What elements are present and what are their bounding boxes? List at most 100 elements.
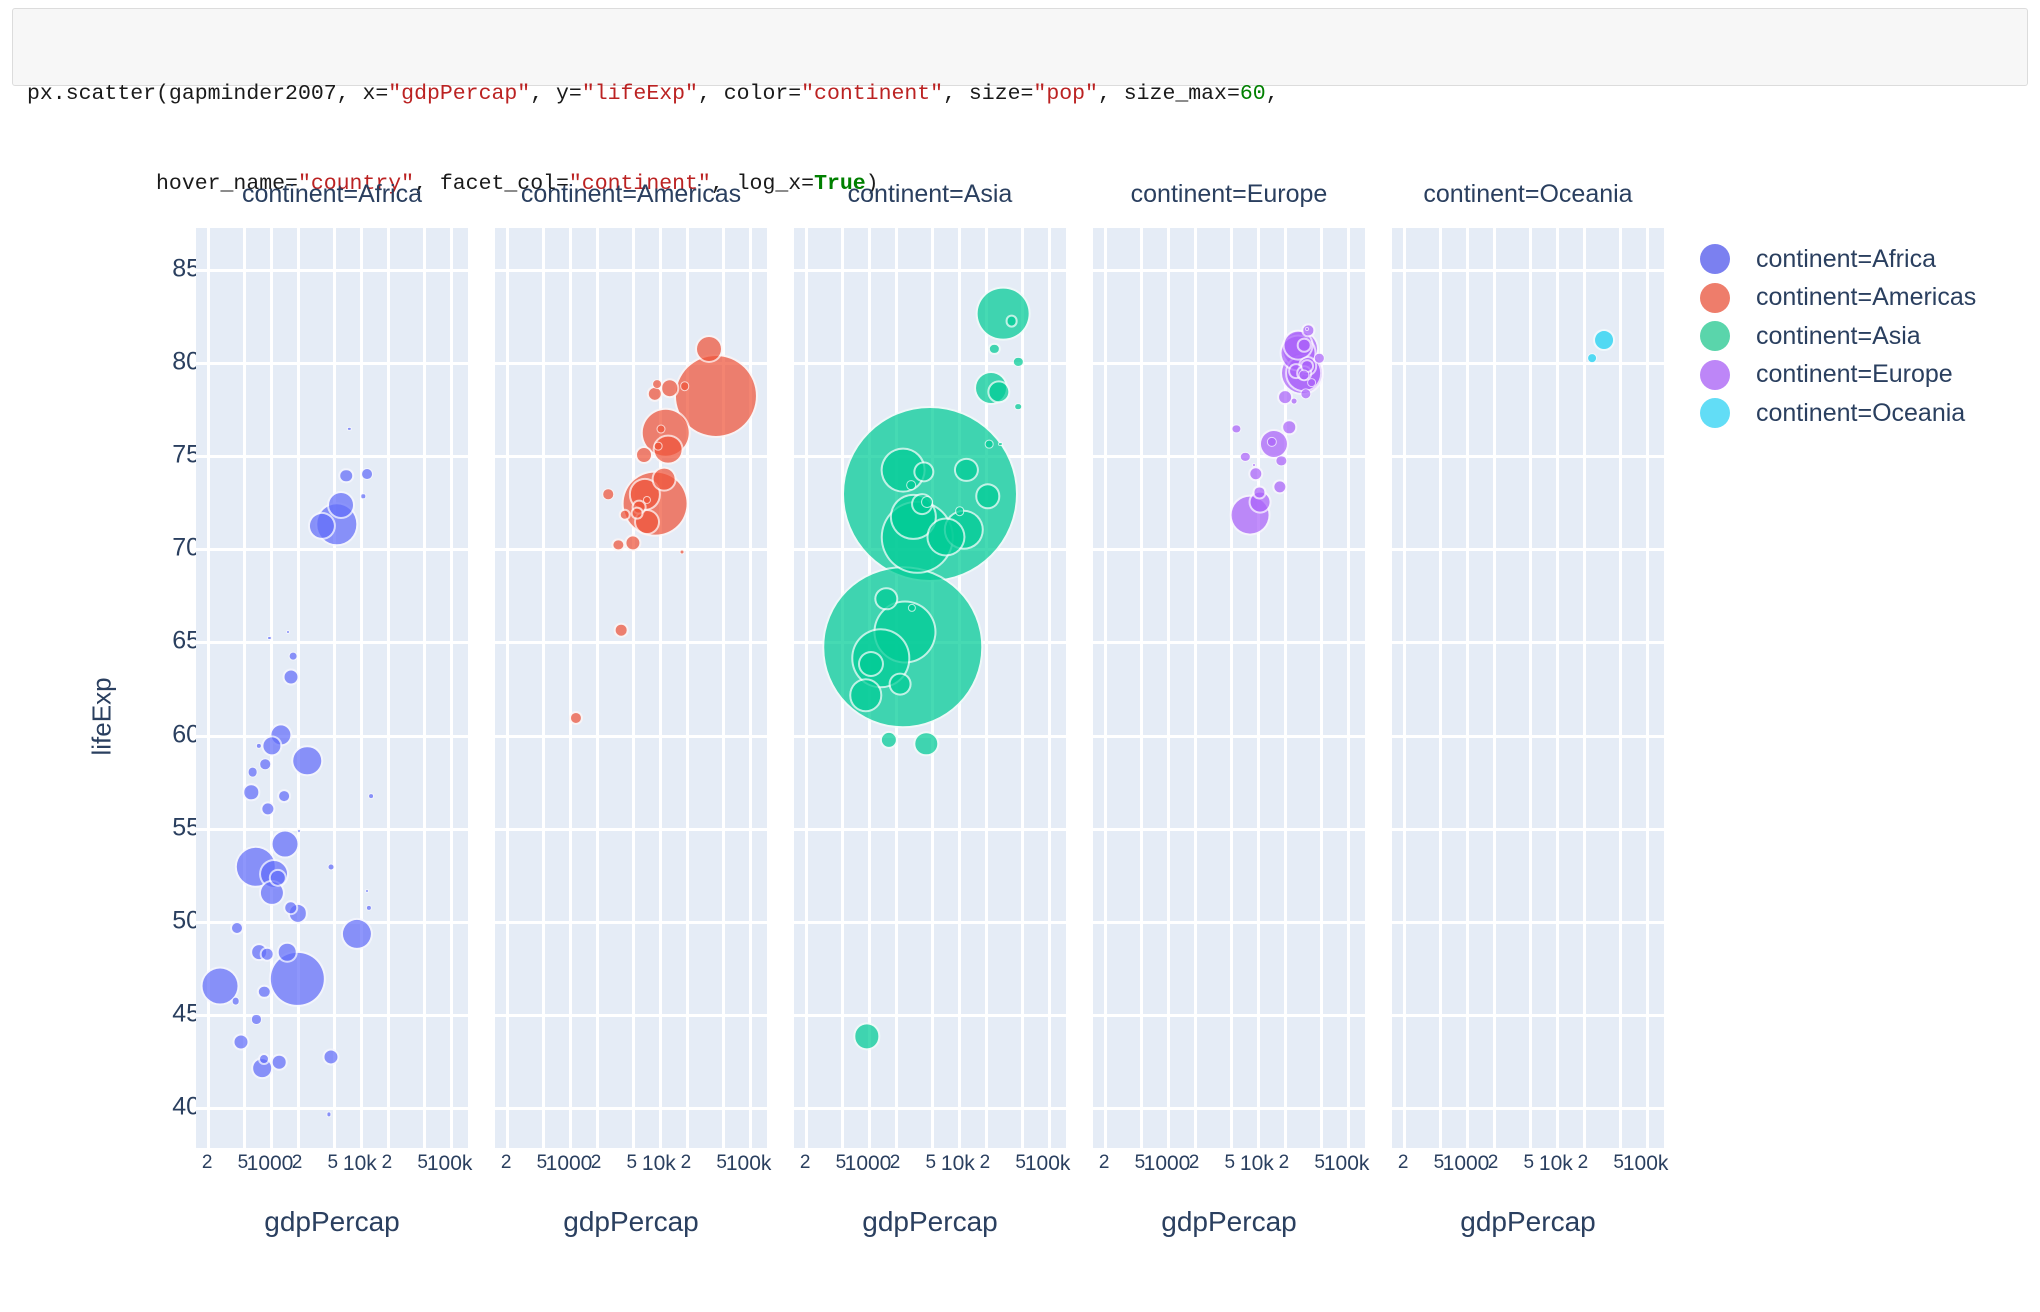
data-point-bubble[interactable]	[987, 380, 1011, 404]
data-point-bubble[interactable]	[618, 508, 631, 522]
data-point-bubble[interactable]	[975, 286, 1031, 342]
data-point-bubble[interactable]	[679, 381, 690, 392]
data-point-bubble[interactable]	[653, 441, 663, 451]
data-point-bubble[interactable]	[361, 467, 374, 480]
data-point-bubble[interactable]	[230, 921, 245, 936]
code-cell[interactable]: px.scatter(gapminder2007, x="gdpPercap",…	[12, 8, 2028, 196]
data-point-bubble[interactable]	[340, 917, 373, 950]
data-point-bubble[interactable]	[251, 1014, 262, 1025]
x-gridline	[1346, 228, 1350, 1148]
x-tick-label: 1000	[1442, 1152, 1490, 1175]
data-point-bubble[interactable]	[360, 493, 367, 499]
data-point-bubble[interactable]	[1305, 326, 1309, 331]
data-point-bubble[interactable]	[1005, 314, 1019, 328]
data-point-bubble[interactable]	[656, 424, 666, 434]
data-point-bubble[interactable]	[365, 904, 372, 911]
data-point-bubble[interactable]	[1300, 388, 1312, 400]
data-point-bubble[interactable]	[291, 744, 324, 777]
data-point-bubble[interactable]	[260, 801, 276, 817]
facet-plot-area[interactable]	[495, 228, 767, 1148]
data-point-bubble[interactable]	[1593, 328, 1616, 351]
data-point-bubble[interactable]	[984, 439, 994, 449]
data-point-bubble[interactable]	[259, 758, 271, 771]
x-tick-label: 2	[381, 1152, 393, 1173]
data-point-bubble[interactable]	[913, 731, 940, 757]
data-point-bubble[interactable]	[286, 630, 291, 635]
data-point-bubble[interactable]	[635, 446, 654, 465]
data-point-bubble[interactable]	[347, 426, 352, 432]
data-point-bubble[interactable]	[322, 1048, 340, 1066]
facet-americas[interactable]: continent=Americas 2 5 1000 2 5 10k 2 5 100k gdpPe…	[495, 180, 771, 1237]
data-point-bubble[interactable]	[652, 379, 663, 390]
data-point-bubble[interactable]	[926, 517, 966, 557]
legend-item-africa[interactable]: continent=Africa	[1700, 240, 1976, 279]
data-point-bubble[interactable]	[338, 467, 355, 484]
x-gridline	[242, 228, 246, 1148]
data-point-bubble[interactable]	[569, 710, 584, 725]
data-point-bubble[interactable]	[602, 488, 615, 501]
legend[interactable]: continent=Africa continent=Americas contin…	[1700, 240, 1976, 433]
data-point-bubble[interactable]	[271, 1054, 288, 1071]
data-point-bubble[interactable]	[258, 1052, 271, 1065]
data-point-bubble[interactable]	[261, 735, 283, 757]
facet-plot-area[interactable]	[196, 228, 468, 1148]
data-point-bubble[interactable]	[659, 378, 680, 398]
data-point-bubble[interactable]	[296, 829, 301, 834]
legend-item-asia[interactable]: continent=Asia	[1700, 317, 1976, 356]
data-point-bubble[interactable]	[1231, 424, 1242, 434]
data-point-bubble[interactable]	[954, 506, 965, 517]
data-point-bubble[interactable]	[1586, 353, 1597, 364]
data-point-bubble[interactable]	[1281, 419, 1297, 436]
facet-title: continent=Oceania	[1423, 180, 1633, 208]
facet-africa[interactable]: continent=Africa 2 5 1000 2 5 10k 2 5 100k gdpPerc…	[196, 180, 472, 1237]
facet-plot-area[interactable]	[1093, 228, 1365, 1148]
x-gridline	[1438, 228, 1442, 1148]
data-point-bubble[interactable]	[1306, 377, 1317, 388]
data-point-bubble[interactable]	[327, 491, 356, 520]
data-point-bubble[interactable]	[327, 863, 335, 871]
data-point-bubble[interactable]	[695, 335, 724, 364]
data-point-bubble[interactable]	[270, 829, 300, 859]
data-point-bubble[interactable]	[282, 668, 300, 686]
data-point-bubble[interactable]	[276, 942, 298, 963]
data-point-bubble[interactable]	[231, 996, 241, 1006]
legend-item-europe[interactable]: continent=Europe	[1700, 356, 1976, 395]
data-point-bubble[interactable]	[232, 1033, 250, 1051]
data-point-bubble[interactable]	[906, 480, 917, 490]
data-point-bubble[interactable]	[365, 888, 370, 893]
data-point-bubble[interactable]	[367, 793, 374, 799]
data-point-bubble[interactable]	[277, 789, 292, 803]
data-point-bubble[interactable]	[679, 549, 685, 555]
data-point-bubble[interactable]	[247, 766, 259, 778]
data-point-bubble[interactable]	[858, 650, 885, 677]
data-point-bubble[interactable]	[1290, 397, 1298, 405]
data-point-bubble[interactable]	[888, 672, 912, 696]
data-point-bubble[interactable]	[1240, 451, 1251, 463]
facet-oceania[interactable]: continent=Oceania 2 5 1000 2 5 10k 2 5 100k gdpPer…	[1392, 180, 1668, 1237]
plotly-figure[interactable]: lifeExp 40 45 50 55 60 65 70 75 80 85 continent=A…	[0, 90, 2040, 1312]
data-point-bubble[interactable]	[630, 506, 644, 520]
data-point-bubble[interactable]	[1297, 338, 1312, 353]
data-point-bubble[interactable]	[1014, 402, 1023, 411]
y-gridline	[1093, 920, 1365, 924]
data-point-bubble[interactable]	[259, 947, 275, 962]
data-point-bubble[interactable]	[283, 900, 299, 916]
data-point-bubble[interactable]	[1251, 462, 1256, 467]
data-point-bubble[interactable]	[651, 467, 677, 492]
data-point-bubble[interactable]	[326, 1111, 332, 1118]
legend-item-americas[interactable]: continent=Americas	[1700, 279, 1976, 318]
data-point-bubble[interactable]	[242, 783, 260, 801]
data-point-bubble[interactable]	[920, 495, 933, 508]
facet-plot-area[interactable]	[1392, 228, 1664, 1148]
facet-asia[interactable]: continent=Asia 2 5 1000 2 5 10k 2 5 100k gdpPercap	[794, 180, 1070, 1237]
data-point-bubble[interactable]	[853, 1022, 881, 1050]
facet-plot-area[interactable]	[794, 228, 1066, 1148]
y-gridline	[1093, 1013, 1365, 1017]
data-point-bubble[interactable]	[288, 651, 298, 661]
data-point-bubble[interactable]	[614, 622, 629, 638]
data-point-bubble[interactable]	[988, 342, 1001, 356]
facet-europe[interactable]: continent=Europe 2 5 1000 2 5 10k 2 5 100k gdpPerc…	[1093, 180, 1369, 1237]
legend-item-oceania[interactable]: continent=Oceania	[1700, 394, 1976, 433]
data-point-bubble[interactable]	[1248, 466, 1264, 482]
x-gridline	[984, 228, 988, 1148]
